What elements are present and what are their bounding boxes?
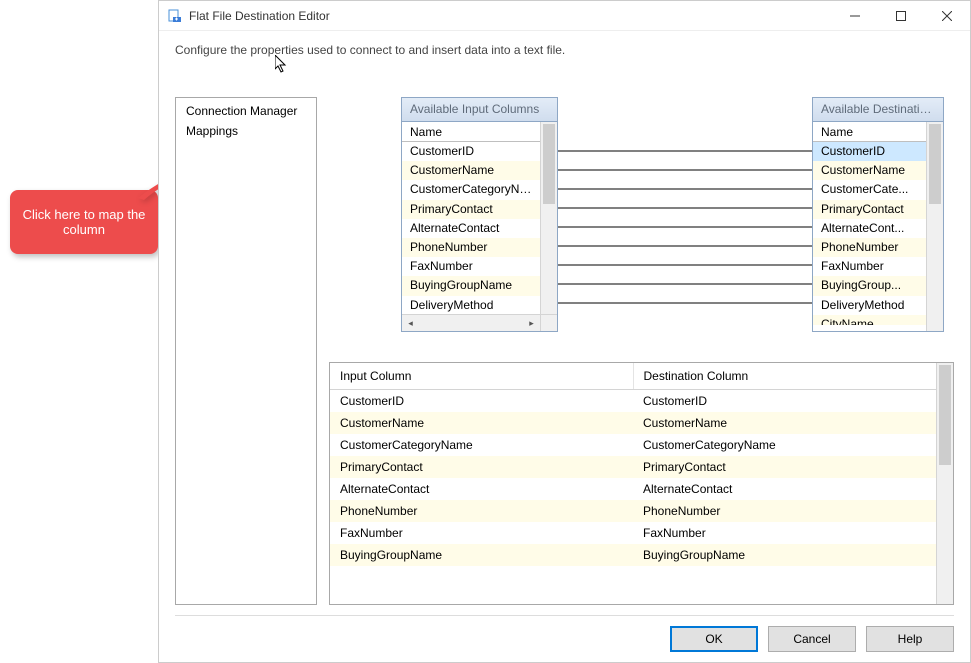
callout-text: Click here to map the column xyxy=(18,207,150,237)
divider xyxy=(175,615,954,616)
grid-row[interactable]: PrimaryContactPrimaryContact xyxy=(330,456,936,478)
grid-row[interactable]: CustomerCategoryNameCustomerCategoryName xyxy=(330,434,936,456)
list-item[interactable]: PrimaryContact xyxy=(402,200,540,219)
grid-scrollbar-vertical[interactable] xyxy=(936,363,953,604)
available-destination-columns[interactable]: Available Destinatio... Name CustomerID … xyxy=(812,97,944,332)
list-item[interactable]: FaxNumber xyxy=(402,257,540,276)
grid-cell-dest[interactable]: PrimaryContact xyxy=(633,456,936,478)
grid-row[interactable]: PhoneNumberPhoneNumber xyxy=(330,500,936,522)
minimize-button[interactable] xyxy=(832,1,878,31)
grid-cell-dest[interactable]: CustomerID xyxy=(633,390,936,412)
callout-tooltip: Click here to map the column xyxy=(10,190,158,254)
grid-header-input[interactable]: Input Column xyxy=(330,363,634,389)
cursor-icon xyxy=(275,55,291,78)
grid-row[interactable]: BuyingGroupNameBuyingGroupName xyxy=(330,544,936,566)
scrollbar-vertical[interactable] xyxy=(540,122,557,314)
list-item[interactable]: CustomerCategoryName xyxy=(402,180,540,199)
ok-button[interactable]: OK xyxy=(670,626,758,652)
grid-row[interactable]: CustomerNameCustomerName xyxy=(330,412,936,434)
window-title: Flat File Destination Editor xyxy=(189,9,832,23)
list-item[interactable]: CustomerName xyxy=(402,161,540,180)
list-item[interactable]: FaxNumber xyxy=(813,257,926,276)
titlebar[interactable]: Flat File Destination Editor xyxy=(159,1,970,31)
colbox-header[interactable]: Name xyxy=(813,122,943,142)
app-icon xyxy=(167,8,183,24)
mapping-pane: Available Input Columns Name ▴ CustomerI… xyxy=(329,97,954,605)
scrollbar-vertical[interactable] xyxy=(926,122,943,331)
mapping-lines xyxy=(558,97,812,332)
col-header-name: Name xyxy=(410,125,442,139)
grid-cell-input[interactable]: CustomerName xyxy=(330,412,633,434)
list-item[interactable]: BuyingGroupName xyxy=(402,276,540,295)
grid-cell-input[interactable]: CustomerID xyxy=(330,390,633,412)
scrollbar-corner xyxy=(540,314,557,331)
close-button[interactable] xyxy=(924,1,970,31)
available-input-columns[interactable]: Available Input Columns Name ▴ CustomerI… xyxy=(401,97,558,332)
col-header-name: Name xyxy=(821,125,853,139)
dialog-content: Configure the properties used to connect… xyxy=(159,31,970,662)
colbox-title: Available Input Columns xyxy=(402,98,557,122)
grid-cell-input[interactable]: FaxNumber xyxy=(330,522,633,544)
grid-header-destination[interactable]: Destination Column xyxy=(634,363,937,389)
dialog-description: Configure the properties used to connect… xyxy=(175,43,954,57)
grid-cell-input[interactable]: PhoneNumber xyxy=(330,500,633,522)
list-item[interactable]: DeliveryMethod xyxy=(813,296,926,315)
list-item[interactable]: CustomerID xyxy=(402,142,540,161)
list-item[interactable]: PrimaryContact xyxy=(813,200,926,219)
maximize-button[interactable] xyxy=(878,1,924,31)
dialog-window: Flat File Destination Editor Configure t… xyxy=(158,0,971,663)
grid-cell-input[interactable]: CustomerCategoryName xyxy=(330,434,633,456)
dialog-buttons: OK Cancel Help xyxy=(175,626,954,652)
grid-cell-dest[interactable]: CustomerCategoryName xyxy=(633,434,936,456)
grid-cell-dest[interactable]: CustomerName xyxy=(633,412,936,434)
grid-cell-dest[interactable]: AlternateContact xyxy=(633,478,936,500)
grid-row[interactable]: AlternateContactAlternateContact xyxy=(330,478,936,500)
scrollbar-horizontal[interactable]: ◂ ▸ xyxy=(402,314,540,331)
colbox-title: Available Destinatio... xyxy=(813,98,943,122)
dest-column-list: CustomerID CustomerName CustomerCate... … xyxy=(813,142,926,331)
list-item[interactable]: CustomerName xyxy=(813,161,926,180)
cancel-button[interactable]: Cancel xyxy=(768,626,856,652)
grid-cell-input[interactable]: AlternateContact xyxy=(330,478,633,500)
list-item[interactable]: AlternateContact xyxy=(402,219,540,238)
list-item[interactable]: DeliveryMethod xyxy=(402,296,540,315)
grid-header: Input Column Destination Column xyxy=(330,363,936,390)
list-item[interactable]: CustomerCate... xyxy=(813,180,926,199)
list-item[interactable]: BuyingGroup... xyxy=(813,276,926,295)
colbox-header[interactable]: Name ▴ xyxy=(402,122,557,142)
sidebar-item-connection-manager[interactable]: Connection Manager xyxy=(176,101,316,121)
grid: Input Column Destination Column Customer… xyxy=(330,363,936,604)
grid-cell-input[interactable]: BuyingGroupName xyxy=(330,544,633,566)
scroll-left-icon[interactable]: ◂ xyxy=(402,315,419,332)
input-column-list: CustomerID CustomerName CustomerCategory… xyxy=(402,142,540,314)
sidebar-item-label: Connection Manager xyxy=(186,104,297,118)
list-item[interactable]: PhoneNumber xyxy=(813,238,926,257)
grid-row[interactable]: FaxNumberFaxNumber xyxy=(330,522,936,544)
visual-mapping: Available Input Columns Name ▴ CustomerI… xyxy=(329,97,954,352)
help-button[interactable]: Help xyxy=(866,626,954,652)
sidebar-item-mappings[interactable]: Mappings xyxy=(176,121,316,141)
list-item[interactable]: AlternateCont... xyxy=(813,219,926,238)
main-layout: Connection Manager Mappings Available In… xyxy=(175,97,954,605)
scroll-right-icon[interactable]: ▸ xyxy=(523,315,540,332)
grid-cell-dest[interactable]: FaxNumber xyxy=(633,522,936,544)
grid-cell-dest[interactable]: PhoneNumber xyxy=(633,500,936,522)
grid-cell-input[interactable]: PrimaryContact xyxy=(330,456,633,478)
grid-cell-dest[interactable]: BuyingGroupName xyxy=(633,544,936,566)
page-list: Connection Manager Mappings xyxy=(175,97,317,605)
list-item[interactable]: CustomerID xyxy=(813,142,926,161)
mapping-grid: Input Column Destination Column Customer… xyxy=(329,362,954,605)
window-controls xyxy=(832,1,970,30)
grid-body: CustomerIDCustomerID CustomerNameCustome… xyxy=(330,390,936,604)
list-item[interactable]: PhoneNumber xyxy=(402,238,540,257)
grid-row[interactable]: CustomerIDCustomerID xyxy=(330,390,936,412)
list-item[interactable]: CityName xyxy=(813,315,926,325)
sidebar-item-label: Mappings xyxy=(186,124,238,138)
